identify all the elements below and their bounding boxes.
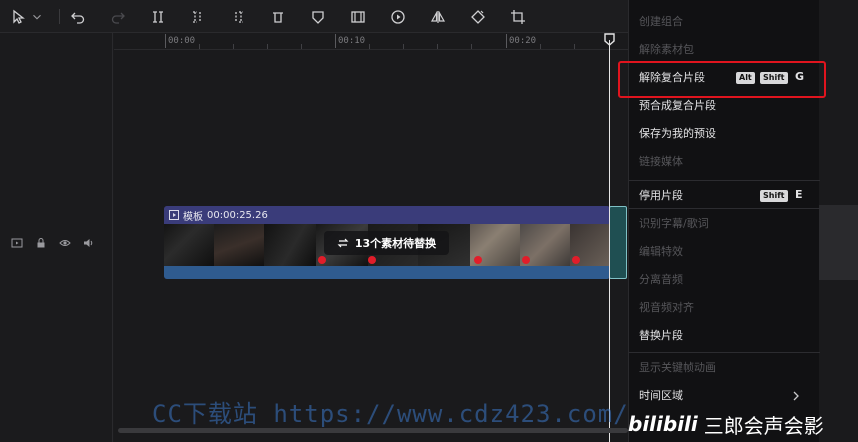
eye-icon[interactable] xyxy=(56,234,74,252)
play-reverse-icon[interactable] xyxy=(387,6,409,28)
menu-item-precompose-compound[interactable]: 预合成复合片段 xyxy=(639,98,716,114)
menu-item-edit-effects[interactable]: 编辑特效 xyxy=(639,244,683,260)
marker-dot xyxy=(368,256,376,264)
track-header-column xyxy=(0,33,113,442)
ruler-tick-label: 00:20 xyxy=(509,36,537,46)
marker-dot xyxy=(572,256,580,264)
menu-item-replace-clip[interactable]: 替换片段 xyxy=(639,328,683,344)
adjacent-track-clip xyxy=(819,205,858,280)
trim-right-icon[interactable] xyxy=(227,6,249,28)
track-controls xyxy=(8,233,98,253)
track-type-icon[interactable] xyxy=(8,234,26,252)
playhead[interactable] xyxy=(609,40,610,442)
lock-icon[interactable] xyxy=(32,234,50,252)
clip-label: 模板 xyxy=(183,211,203,223)
trim-left-icon[interactable] xyxy=(187,6,209,28)
menu-item-save-preset[interactable]: 保存为我的预设 xyxy=(639,126,716,142)
shortcut-key: Shift xyxy=(760,190,788,202)
mask-icon[interactable] xyxy=(307,6,329,28)
clip-duration: 00:00:25.26 xyxy=(207,209,268,221)
marker-dot xyxy=(318,256,326,264)
bilibili-logo: bilibili xyxy=(628,412,698,436)
menu-item-link-media[interactable]: 链接媒体 xyxy=(639,154,683,170)
delete-icon[interactable] xyxy=(267,6,289,28)
menu-item-recognize-subtitles[interactable]: 识别字幕/歌词 xyxy=(639,216,709,232)
split-icon[interactable] xyxy=(147,6,169,28)
menu-item-show-keyframes[interactable]: 显示关键帧动画 xyxy=(639,360,716,376)
marker-dot xyxy=(474,256,482,264)
menu-item-ungroup-package[interactable]: 解除素材包 xyxy=(639,42,694,58)
brand-logo: bilibili 三郎会声会影 xyxy=(628,408,824,440)
chevron-right-icon xyxy=(793,391,799,401)
freeze-frame-icon[interactable] xyxy=(347,6,369,28)
menu-item-disable-clip[interactable]: 停用片段 xyxy=(639,188,683,204)
menu-item-av-align[interactable]: 视音频对齐 xyxy=(639,300,694,316)
undo-icon[interactable] xyxy=(67,6,89,28)
template-icon xyxy=(169,210,179,220)
ruler-tick-label: 00:00 xyxy=(168,36,196,46)
volume-icon[interactable] xyxy=(80,234,98,252)
ruler-tick-label: 00:10 xyxy=(338,36,366,46)
menu-item-create-group[interactable]: 创建组合 xyxy=(639,14,683,30)
clip-header: 模板 00:00:25.26 xyxy=(164,206,610,224)
audio-waveform xyxy=(164,266,610,279)
menu-item-time-region[interactable]: 时间区域 xyxy=(639,388,683,404)
rotate-icon[interactable] xyxy=(467,6,489,28)
replace-icon xyxy=(337,238,349,248)
brand-name: 三郎会声会影 xyxy=(703,413,824,438)
mirror-icon[interactable] xyxy=(427,6,449,28)
redo-icon[interactable] xyxy=(107,6,129,28)
crop-icon[interactable] xyxy=(507,6,529,28)
watermark-text: CC下载站 https://www.cdz423.com/ xyxy=(152,400,629,428)
select-tool-icon[interactable] xyxy=(8,6,30,28)
shortcut-letter: E xyxy=(795,188,803,201)
marker-dot xyxy=(522,256,530,264)
chevron-down-icon[interactable] xyxy=(30,6,44,28)
replace-text: 13个素材待替换 xyxy=(354,237,437,250)
replace-materials-badge[interactable]: 13个素材待替换 xyxy=(324,231,449,255)
next-clip[interactable] xyxy=(609,206,627,279)
highlight-annotation xyxy=(618,61,826,98)
menu-item-separate-audio[interactable]: 分离音频 xyxy=(639,272,683,288)
